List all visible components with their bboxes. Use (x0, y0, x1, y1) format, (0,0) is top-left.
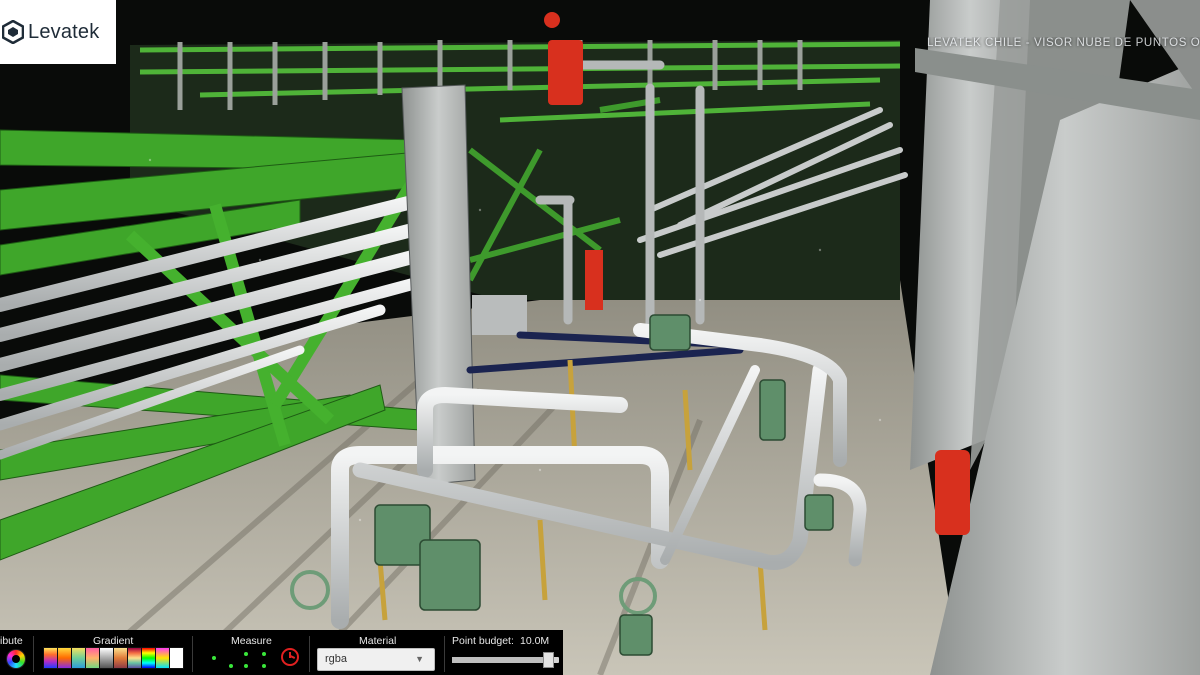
gradient-swatch-6[interactable] (113, 647, 128, 669)
measure-distance-icon[interactable] (229, 664, 233, 668)
chevron-down-icon: ▼ (415, 654, 424, 664)
point-budget-slider[interactable] (452, 652, 559, 668)
gradient-swatch-5[interactable] (99, 647, 114, 669)
brand-logo: Levatek (0, 0, 116, 64)
toolbar-divider (33, 636, 34, 672)
gradient-swatch-1[interactable] (43, 647, 58, 669)
measure-tools (204, 652, 274, 670)
gradient-swatch-2[interactable] (57, 647, 72, 669)
bottom-toolbar: ibute Gradient Measure Material rgba ▼ P… (0, 630, 563, 675)
toolbar-divider (192, 636, 193, 672)
point-budget-value: 10.0M (520, 635, 550, 647)
logo-text: Levatek (28, 20, 100, 43)
gradient-swatch-3[interactable] (71, 647, 86, 669)
measure-point-icon[interactable] (212, 656, 216, 660)
gradient-swatch-7[interactable] (127, 647, 142, 669)
point-budget-label: Point budget: (452, 635, 514, 647)
measure-angle-icon[interactable] (244, 652, 248, 656)
gradient-swatch-10[interactable] (169, 647, 184, 669)
material-select[interactable]: rgba ▼ (317, 648, 435, 671)
gradient-swatch-4[interactable] (85, 647, 100, 669)
logo-hexagon-icon (2, 20, 24, 44)
gradient-swatch-9[interactable] (155, 647, 170, 669)
attribute-section: ibute (0, 630, 30, 675)
toolbar-divider (444, 636, 445, 672)
measure-volume-icon[interactable] (262, 664, 266, 668)
gradient-label: Gradient (93, 635, 134, 647)
point-cloud-viewport[interactable] (0, 0, 1200, 675)
measure-height-icon[interactable] (262, 652, 266, 656)
point-budget-slider-fill (452, 657, 543, 663)
measure-clear-icon[interactable] (281, 648, 299, 666)
attribute-label: ibute (0, 635, 23, 647)
color-wheel-icon[interactable] (7, 650, 25, 668)
measure-label: Measure (231, 635, 272, 647)
measure-area-icon[interactable] (244, 664, 248, 668)
point-budget-slider-thumb[interactable] (543, 652, 554, 668)
material-label: Material (359, 635, 397, 647)
gradient-swatch-8[interactable] (141, 647, 156, 669)
material-select-value: rgba (325, 653, 348, 665)
viewer-title: LEVATEK CHILE - VISOR NUBE DE PUNTOS O (927, 37, 1200, 49)
toolbar-divider (309, 636, 310, 672)
gradient-section: Gradient (38, 630, 188, 675)
